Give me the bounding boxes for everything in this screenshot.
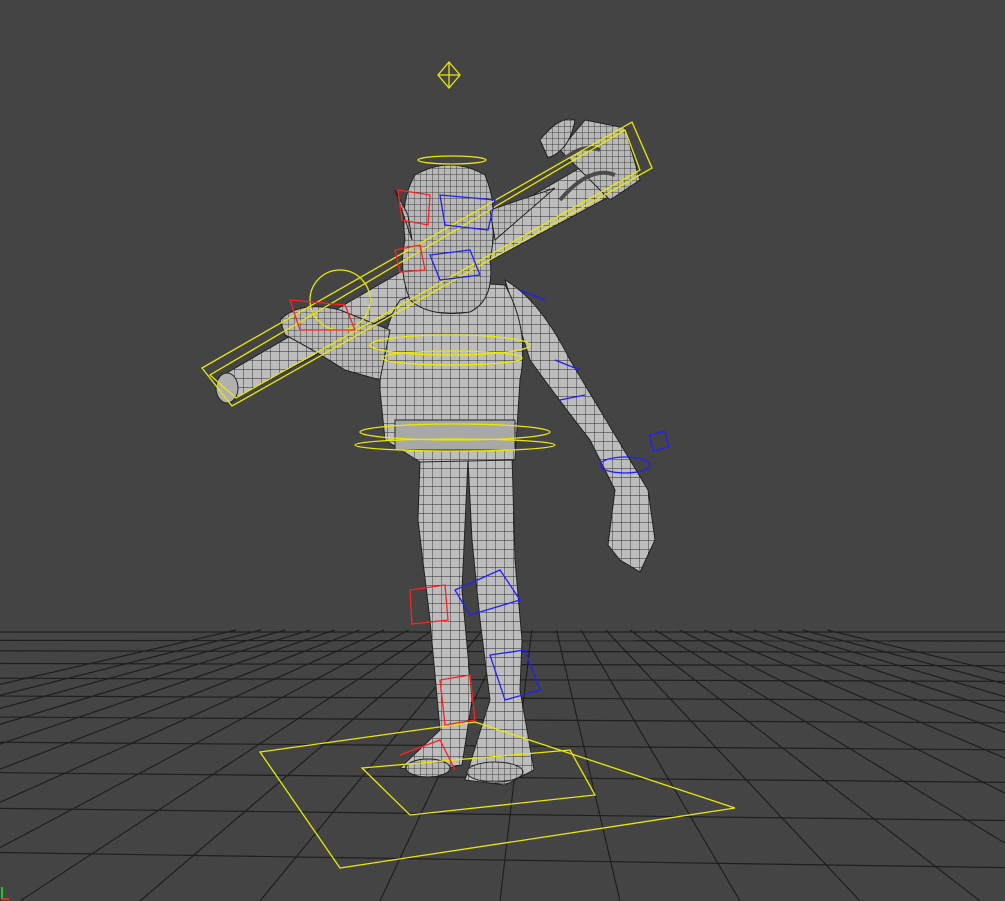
grid-line (654, 629, 1005, 844)
grid-line (0, 629, 286, 710)
grid-line (753, 629, 1005, 714)
grid-line (0, 629, 335, 745)
grid-line (0, 629, 261, 697)
grid-line (0, 629, 237, 686)
head-look-control[interactable] (437, 60, 461, 90)
arm-mesh[interactable] (504, 278, 656, 573)
head-control[interactable] (417, 155, 487, 165)
grid-line (555, 629, 621, 901)
grid-line (703, 629, 1005, 759)
grid-line (0, 851, 1005, 869)
viewport-3d[interactable] (0, 0, 1005, 901)
character-mesh[interactable] (215, 118, 656, 786)
grid-line (0, 629, 360, 770)
grid-line (629, 629, 981, 901)
axis-gizmo-icon (1, 887, 9, 900)
grid-line (802, 629, 1005, 685)
grid-line (728, 629, 1005, 733)
grid-line (777, 629, 1005, 698)
grid-line (605, 629, 861, 901)
grid-line (0, 807, 1005, 822)
scene-canvas[interactable] (0, 0, 1005, 901)
